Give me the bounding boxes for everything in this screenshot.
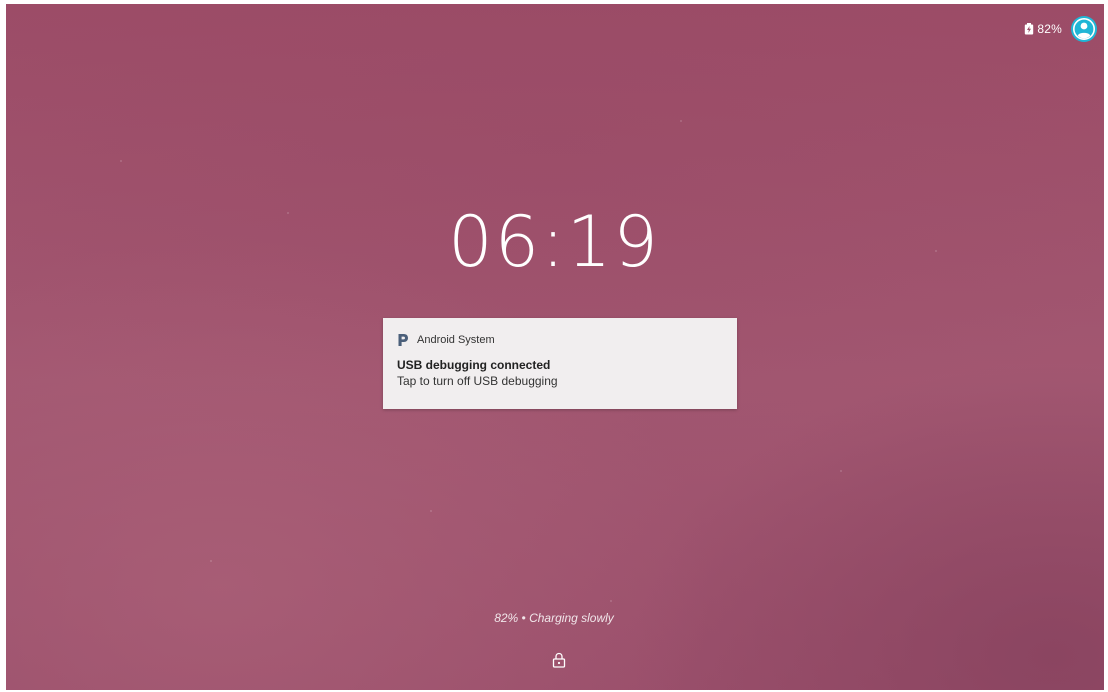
wallpaper-speck (610, 600, 612, 602)
battery-indicator: 82% (1024, 22, 1062, 36)
status-bar: 82% (1024, 14, 1098, 44)
android-p-icon (398, 334, 408, 346)
lock-screen[interactable]: 82% 06:19 Android System USB debugging c… (0, 0, 1108, 692)
battery-percent: 82% (1037, 22, 1062, 36)
charging-status: 82% • Charging slowly (494, 611, 614, 625)
wallpaper-speck (430, 510, 432, 512)
wallpaper-speck (120, 160, 122, 162)
lockscreen-clock: 06:19 (448, 201, 660, 283)
wallpaper-speck (210, 560, 212, 562)
notification-title: USB debugging connected (397, 358, 551, 372)
notification-app-name: Android System (417, 334, 495, 346)
wallpaper-speck (840, 470, 842, 472)
notification-text: Tap to turn off USB debugging (397, 374, 558, 388)
user-avatar-icon[interactable] (1070, 15, 1098, 43)
usb-debugging-notification[interactable]: Android System USB debugging connected T… (383, 318, 737, 409)
notification-header: Android System (397, 332, 723, 348)
lock-icon[interactable] (552, 652, 566, 668)
battery-charging-icon (1025, 23, 1034, 35)
wallpaper-speck (680, 120, 682, 122)
